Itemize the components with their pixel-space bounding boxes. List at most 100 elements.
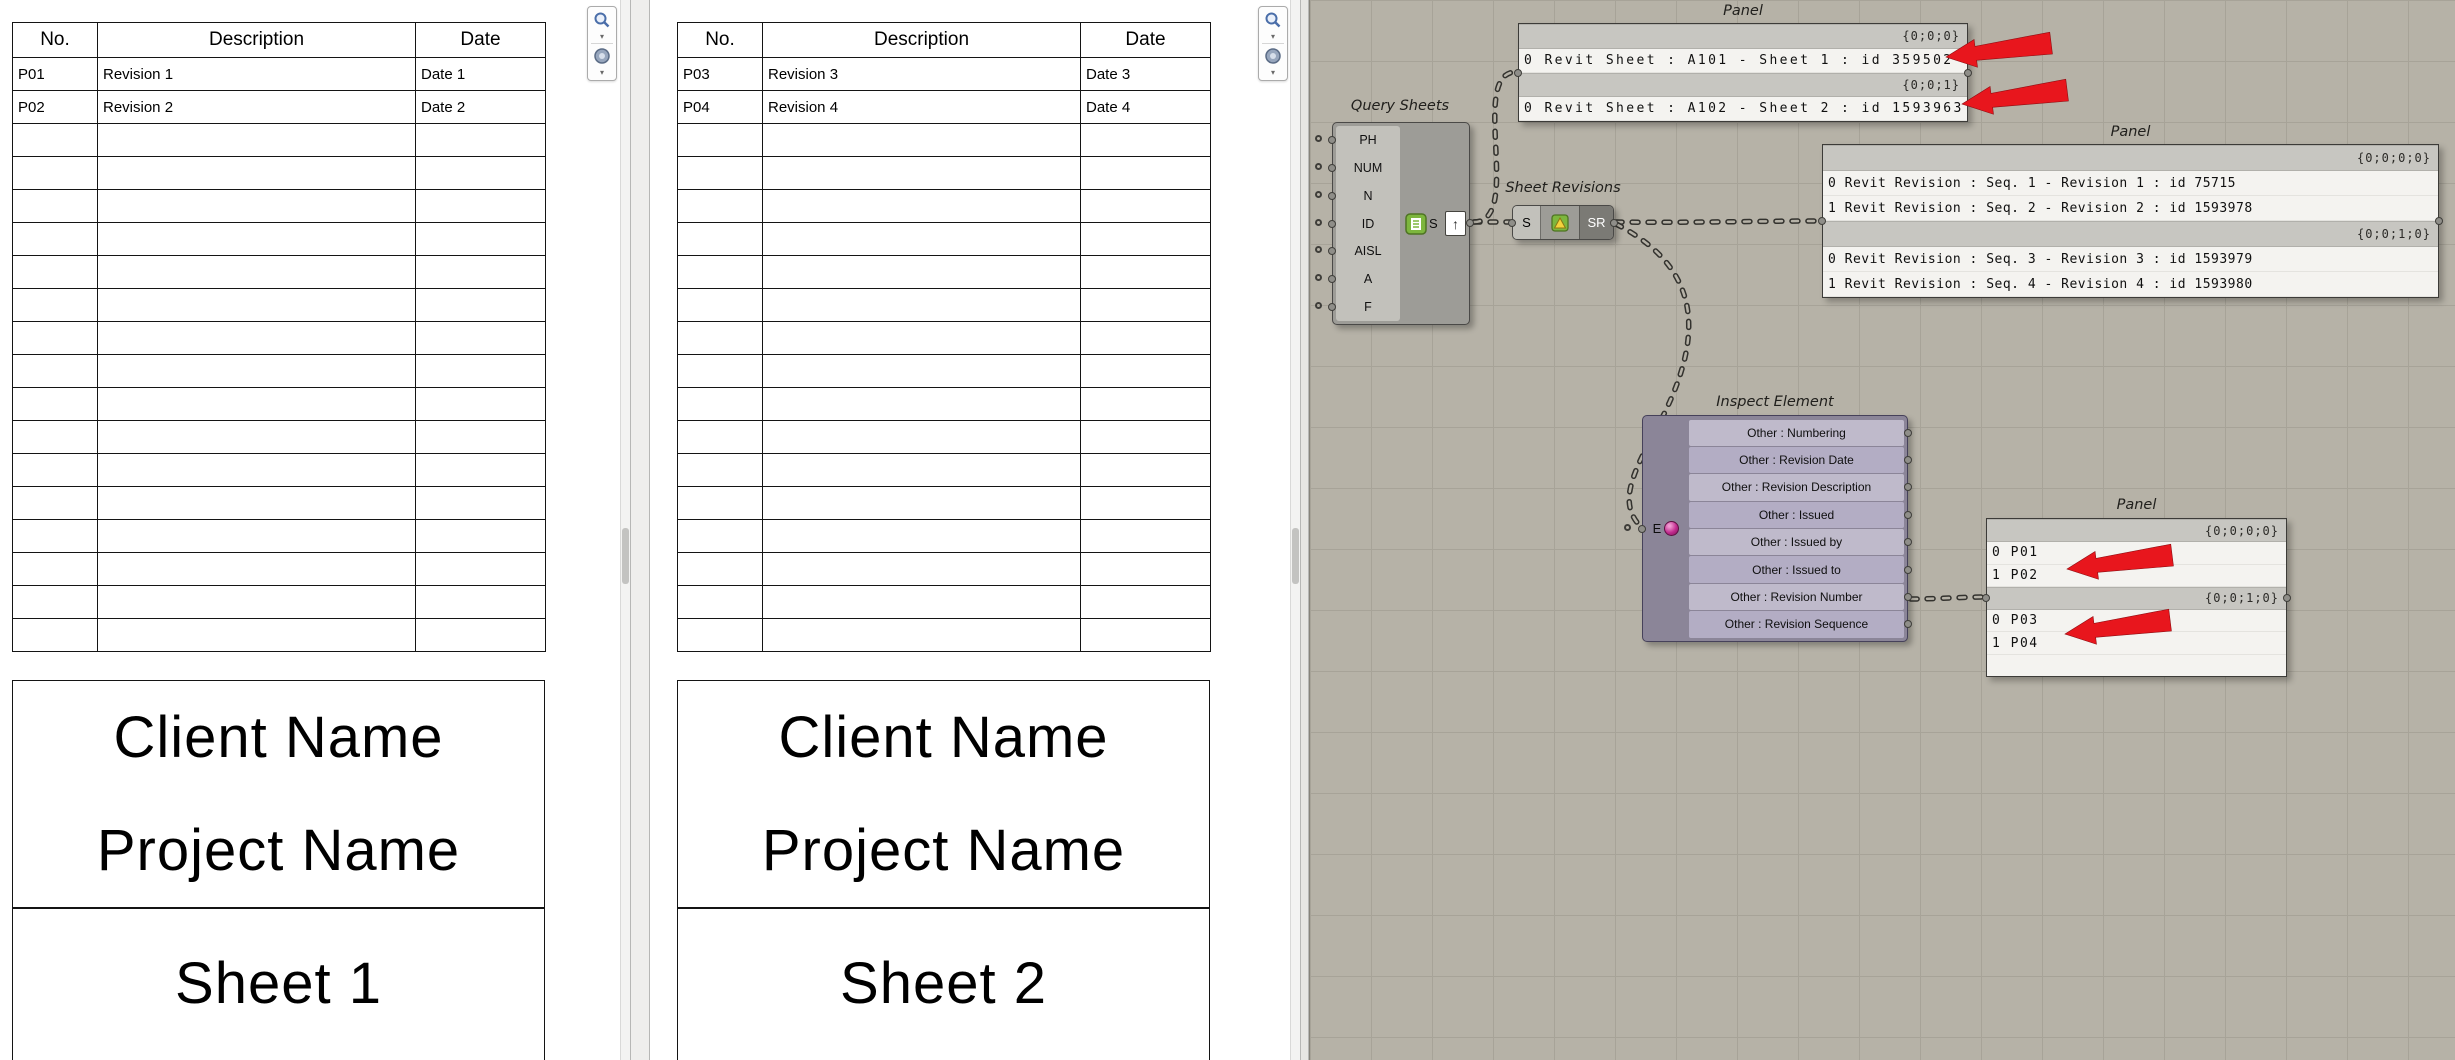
wire-hook-icon — [1624, 523, 1631, 531]
gh-panel-revisions[interactable]: {0;0;0;0} 0 Revit Revision : Seq. 1 - Rev… — [1818, 144, 2443, 298]
query-sheets-component[interactable]: PH NUM N ID AISL A F S ↑ — [1315, 122, 1474, 325]
output-param-other-issued[interactable]: Other : Issued — [1689, 501, 1912, 528]
panel-input-nub[interactable] — [1514, 68, 1522, 77]
output-param-other-revision-description[interactable]: Other : Revision Description — [1689, 474, 1912, 501]
panel-input-nub[interactable] — [1818, 217, 1826, 225]
input-param-sheet[interactable]: S — [1513, 206, 1541, 239]
zoom-dropdown-caret[interactable]: ▾ — [590, 31, 614, 42]
output-param-other-revision-sequence[interactable]: Other : Revision Sequence — [1689, 611, 1912, 638]
revit-viewport-sheet-2[interactable]: No. Description Date P03 Revision 3 Date 3 P04… — [650, 0, 1300, 1060]
table-cell — [12, 552, 98, 586]
input-nub[interactable] — [1328, 135, 1336, 144]
table-cell — [97, 420, 416, 454]
wire-revisions-to-panel[interactable] — [1616, 221, 1820, 222]
output-nub[interactable] — [1904, 592, 1912, 601]
wire-query-to-panel[interactable] — [1474, 72, 1516, 222]
input-nub[interactable] — [1328, 275, 1336, 284]
empty-table-row — [12, 222, 546, 256]
output-param-sheets[interactable]: S — [1429, 123, 1438, 324]
table-cell — [97, 189, 416, 223]
scrollbar-thumb[interactable] — [1292, 528, 1299, 584]
window-splitter[interactable] — [1300, 0, 1309, 1060]
input-param-n[interactable]: N — [1315, 182, 1400, 210]
output-nub[interactable] — [1904, 428, 1912, 437]
panel-output-nub[interactable] — [1964, 68, 1972, 77]
input-nub[interactable] — [1328, 247, 1336, 256]
zoom-dropdown-caret[interactable]: ▾ — [1261, 31, 1285, 42]
output-nub[interactable] — [1904, 620, 1912, 629]
output-param-other-numbering[interactable]: Other : Numbering — [1689, 419, 1912, 446]
sheet-title: Sheet 2 — [840, 950, 1047, 1016]
table-cell — [97, 321, 416, 355]
empty-table-row — [12, 255, 546, 289]
input-param-f[interactable]: F — [1315, 293, 1400, 321]
sheet-title: Sheet 1 — [175, 950, 382, 1016]
input-nub[interactable] — [1328, 303, 1336, 312]
input-nub[interactable] — [1508, 218, 1516, 227]
sheet-revisions-component[interactable]: S SR — [1508, 205, 1618, 240]
table-cell — [1080, 255, 1211, 289]
zoom-button[interactable] — [590, 9, 614, 31]
gh-panel-sheets[interactable]: {0;0;0} 0 Revit Sheet : A101 - Sheet 1 : … — [1514, 23, 1972, 122]
grasshopper-canvas[interactable]: Query Sheets Sheet Revisions Inspect Ele… — [1309, 0, 2455, 1060]
output-param-other-revision-date[interactable]: Other : Revision Date — [1689, 446, 1912, 474]
output-param-other-issued-to[interactable]: Other : Issued to — [1689, 556, 1912, 583]
table-cell — [762, 387, 1081, 421]
input-param-label: AISL — [1354, 244, 1382, 259]
output-nub[interactable] — [1904, 538, 1912, 547]
input-param-element[interactable]: E — [1624, 416, 1689, 641]
table-cell: Date 1 — [415, 57, 546, 91]
window-splitter[interactable] — [630, 0, 650, 1060]
empty-table-row — [677, 585, 1211, 619]
scrollbar-thumb[interactable] — [622, 528, 629, 584]
revit-navigation-bar: ▾ ▾ — [1258, 6, 1288, 81]
table-cell — [97, 123, 416, 157]
input-nub[interactable] — [1638, 524, 1646, 533]
table-cell — [415, 486, 546, 520]
panel-output-nub[interactable] — [2435, 217, 2443, 225]
input-nub[interactable] — [1328, 219, 1336, 228]
output-nub[interactable] — [1904, 483, 1912, 492]
steering-wheel-button[interactable] — [590, 45, 614, 67]
table-cell: P04 — [677, 90, 763, 124]
output-nub[interactable] — [1904, 565, 1912, 574]
table-cell — [1080, 156, 1211, 190]
input-param-a[interactable]: A — [1315, 265, 1400, 293]
zoom-button[interactable] — [1261, 9, 1285, 31]
revit-viewport-sheet-1[interactable]: No. Description Date P01 Revision 1 Date 1 P02… — [0, 0, 630, 1060]
output-nub[interactable] — [1904, 456, 1912, 465]
input-param-aisl[interactable]: AISL — [1315, 237, 1400, 265]
wire-inspect-to-panel[interactable] — [1911, 597, 1984, 599]
inspect-element-component[interactable]: E Other : Numbering Other : Revision Date… — [1624, 415, 1912, 642]
wheel-dropdown-caret[interactable]: ▾ — [1261, 67, 1285, 78]
panel-output-nub[interactable] — [2283, 593, 2291, 602]
wheel-dropdown-caret[interactable]: ▾ — [590, 67, 614, 78]
input-nub[interactable] — [1328, 191, 1336, 200]
input-nub[interactable] — [1328, 163, 1336, 172]
output-param-other-issued-by[interactable]: Other : Issued by — [1689, 529, 1912, 556]
input-param-num[interactable]: NUM — [1315, 154, 1400, 182]
table-cell — [1080, 321, 1211, 355]
table-cell — [762, 288, 1081, 322]
output-nub[interactable] — [1904, 510, 1912, 519]
panel-input-nub[interactable] — [1982, 593, 1990, 602]
table-cell — [415, 123, 546, 157]
revision-schedule-sheet-1: No. Description Date P01 Revision 1 Date 1 P02… — [12, 22, 546, 652]
output-nub[interactable] — [1466, 219, 1474, 227]
empty-table-row — [677, 321, 1211, 355]
gh-panel-revision-numbers[interactable]: {0;0;0;0} 0 P01 1 P02 {0;0;1;0} 0 P03 1 P04 — [1982, 518, 2291, 677]
table-cell — [677, 189, 763, 223]
column-header: Date — [415, 22, 546, 58]
output-param-sheet-revisions[interactable]: SR — [1579, 206, 1613, 239]
input-param-id[interactable]: ID — [1315, 210, 1400, 238]
input-param-ph[interactable]: PH — [1315, 126, 1400, 154]
table-cell — [97, 519, 416, 553]
empty-table-row — [12, 519, 546, 553]
output-nub[interactable] — [1610, 218, 1618, 227]
table-cell — [762, 156, 1081, 190]
steering-wheel-button[interactable] — [1261, 45, 1285, 67]
table-cell — [1080, 552, 1211, 586]
output-param-other-revision-number[interactable]: Other : Revision Number — [1689, 583, 1912, 611]
table-cell — [12, 420, 98, 454]
steering-wheel-icon — [594, 48, 610, 64]
